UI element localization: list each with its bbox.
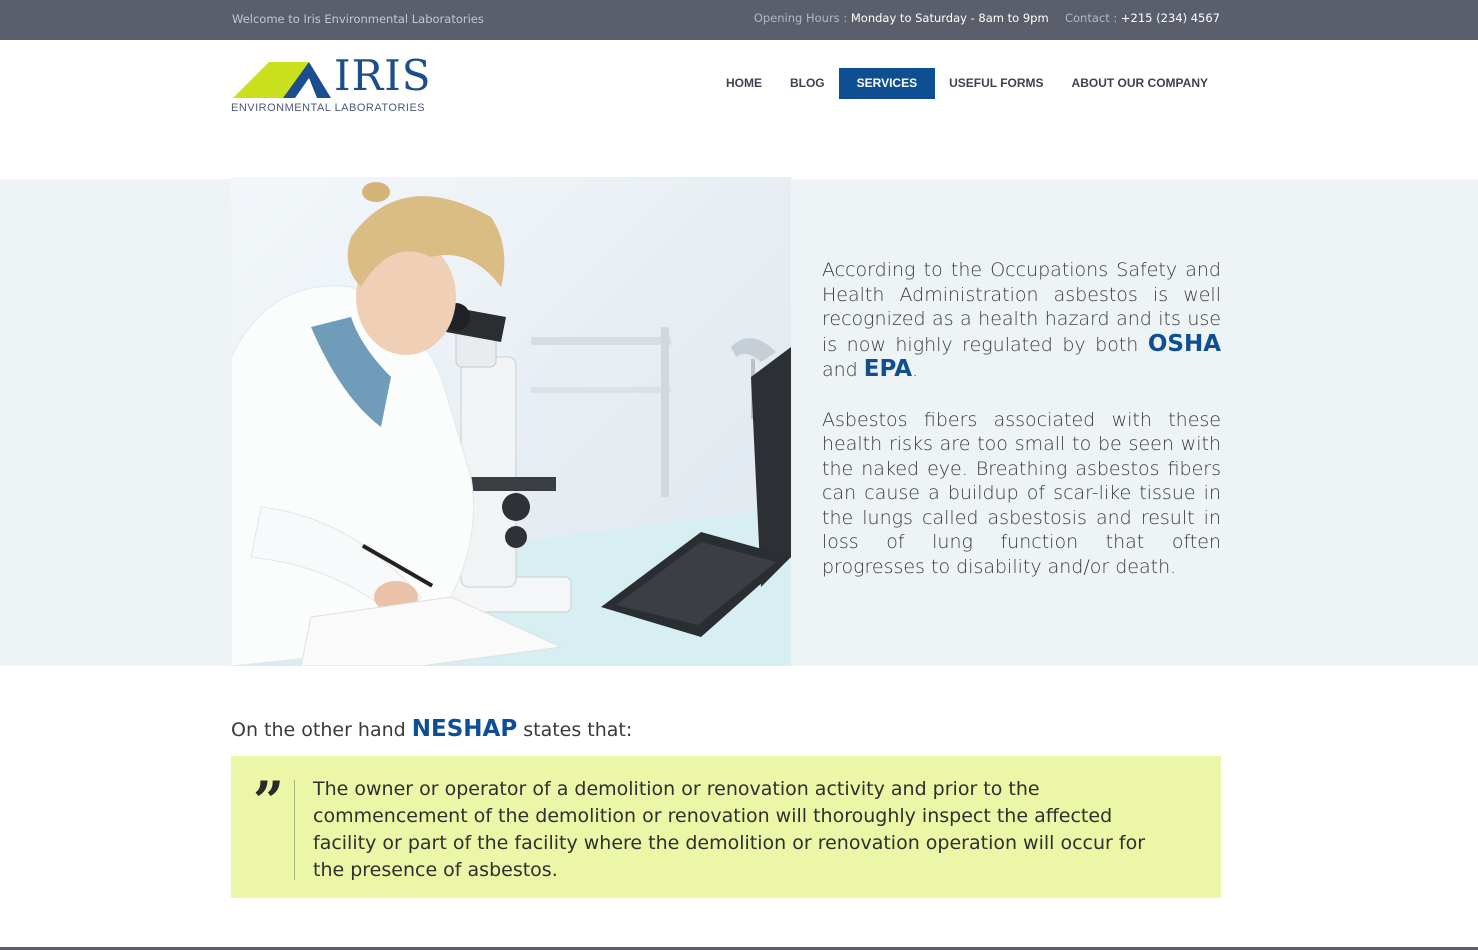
logo-subtitle: ENVIRONMENTAL LABORATORIES: [231, 102, 426, 114]
hero-paragraph-osha: According to the Occupations Safety and …: [822, 258, 1221, 383]
contact-label: Contact :: [1064, 11, 1118, 25]
logo-mark-icon: [233, 62, 331, 98]
hero-paragraph-fibers: Asbestos fibers associated with these he…: [822, 408, 1221, 578]
nav-services[interactable]: SERVICES: [838, 68, 936, 99]
neshap-quote: ” The owner or operator of a demolition …: [231, 756, 1221, 898]
opening-hours-value: Monday to Saturday - 8am to 9pm: [850, 11, 1049, 25]
top-info: Opening Hours : Monday to Saturday - 8am…: [754, 11, 1220, 25]
nav-useful-forms[interactable]: USEFUL FORMS: [935, 68, 1057, 99]
neshap-lead: On the other hand NESHAP states that:: [231, 716, 632, 742]
lab-scientist-photo: [231, 177, 791, 666]
nav-blog[interactable]: BLOG: [776, 68, 839, 99]
logo-name: IRIS: [334, 51, 432, 100]
main-nav: HOME BLOG SERVICES USEFUL FORMS ABOUT OU…: [712, 68, 1222, 99]
hero-copy: According to the Occupations Safety and …: [822, 258, 1221, 604]
opening-hours-label: Opening Hours :: [753, 11, 848, 25]
nav-about-our-company[interactable]: ABOUT OUR COMPANY: [1058, 68, 1222, 99]
neshap-lead-after: states that:: [517, 719, 633, 741]
contact-phone[interactable]: +215 (234) 4567: [1121, 11, 1220, 25]
hero-text-and: and: [822, 359, 864, 381]
top-bar: Welcome to Iris Environmental Laboratori…: [0, 0, 1478, 40]
hero-text-period: .: [912, 359, 919, 381]
quote-mark-icon: ”: [253, 769, 285, 833]
site-logo[interactable]: IRIS ENVIRONMENTAL LABORATORIES: [231, 51, 432, 116]
neshap-lead-before: On the other hand: [231, 719, 412, 741]
quote-divider: [294, 780, 295, 880]
neshap-highlight: NESHAP: [411, 716, 518, 742]
nav-home[interactable]: HOME: [712, 68, 776, 99]
osha-highlight: OSHA: [1147, 330, 1221, 357]
epa-highlight: EPA: [863, 356, 913, 382]
welcome-text: Welcome to Iris Environmental Laboratori…: [232, 12, 484, 26]
quote-text: The owner or operator of a demolition or…: [313, 778, 1146, 881]
